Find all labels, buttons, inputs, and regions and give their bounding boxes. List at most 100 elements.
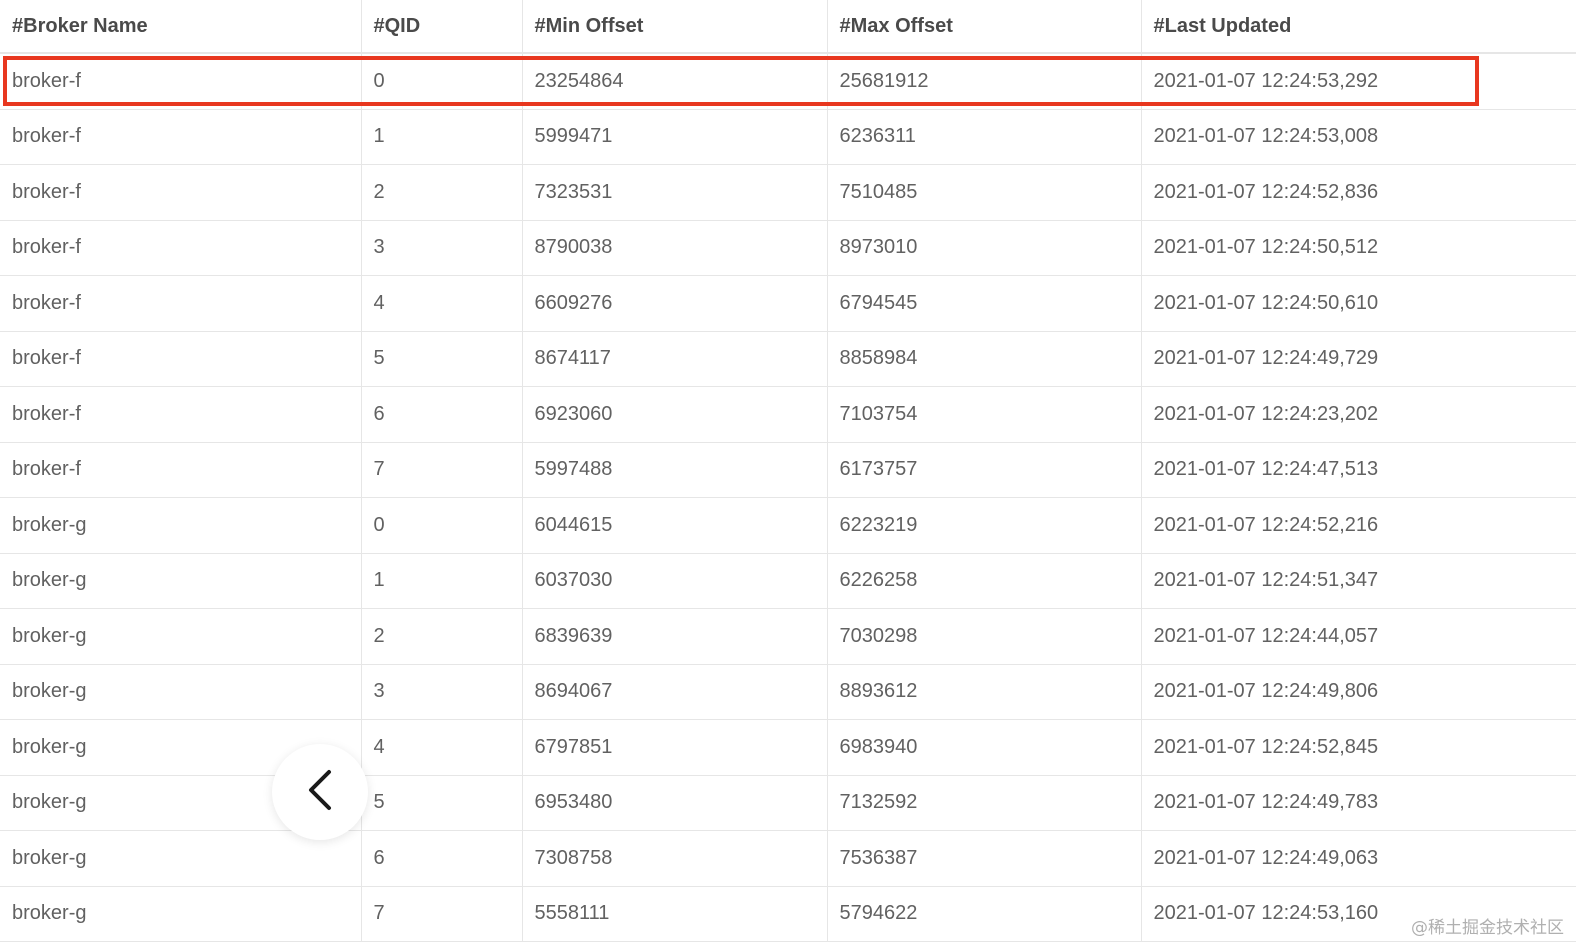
min-offset-cell: 6797851 xyxy=(522,719,828,776)
table-row[interactable]: broker-f 7 5997488 6173757 2021-01-07 12:24:… xyxy=(0,442,1576,498)
min-offset-cell: 5558111 xyxy=(522,886,828,942)
broker-name-cell: broker-f xyxy=(0,442,362,498)
broker-name-cell: broker-g xyxy=(0,553,362,609)
min-offset-cell: 8694067 xyxy=(522,664,828,720)
last-updated-cell: 2021-01-07 12:24:49,783 xyxy=(1141,775,1576,831)
table-row[interactable]: broker-f 2 7323531 7510485 2021-01-07 12:24:… xyxy=(0,164,1576,221)
min-offset-cell: 6839639 xyxy=(522,608,828,665)
table-row[interactable]: broker-g 3 8694067 8893612 2021-01-07 12:24:… xyxy=(0,664,1576,720)
qid-cell: 3 xyxy=(361,664,523,720)
last-updated-cell: 2021-01-07 12:24:49,806 xyxy=(1141,664,1576,720)
min-offset-cell: 8674117 xyxy=(522,331,828,387)
broker-name-cell: broker-f xyxy=(0,164,362,221)
last-updated-cell: 2021-01-07 12:24:50,512 xyxy=(1141,220,1576,276)
qid-cell: 6 xyxy=(361,830,523,887)
table-row[interactable]: broker-f 0 23254864 25681912 2021-01-07 12:2… xyxy=(0,53,1576,110)
max-offset-cell: 7030298 xyxy=(827,608,1142,665)
table-row[interactable]: broker-f 3 8790038 8973010 2021-01-07 12:24:… xyxy=(0,220,1576,276)
table-row[interactable]: broker-f 6 6923060 7103754 2021-01-07 12:24:… xyxy=(0,386,1576,443)
table-row[interactable]: broker-g 2 6839639 7030298 2021-01-07 12:24:… xyxy=(0,608,1576,665)
min-offset-cell: 7323531 xyxy=(522,164,828,221)
broker-name-cell: broker-g xyxy=(0,664,362,720)
broker-name-cell: broker-f xyxy=(0,386,362,443)
max-offset-cell: 6794545 xyxy=(827,275,1142,332)
max-offset-cell: 7536387 xyxy=(827,830,1142,887)
qid-cell: 5 xyxy=(361,331,523,387)
min-offset-cell: 23254864 xyxy=(522,53,828,110)
qid-cell: 4 xyxy=(361,275,523,332)
last-updated-cell: 2021-01-07 12:24:47,513 xyxy=(1141,442,1576,498)
table-row[interactable]: broker-f 5 8674117 8858984 2021-01-07 12:24:… xyxy=(0,331,1576,387)
table-header-row: #Broker Name #QID #Min Offset #Max Offse… xyxy=(0,0,1576,54)
max-offset-cell: 7510485 xyxy=(827,164,1142,221)
max-offset-cell: 6983940 xyxy=(827,719,1142,776)
last-updated-cell: 2021-01-07 12:24:49,729 xyxy=(1141,331,1576,387)
max-offset-cell: 6226258 xyxy=(827,553,1142,609)
min-offset-cell: 6923060 xyxy=(522,386,828,443)
back-button[interactable] xyxy=(272,744,368,840)
broker-name-cell: broker-g xyxy=(0,608,362,665)
column-header-broker-name[interactable]: #Broker Name xyxy=(0,0,362,54)
max-offset-cell: 25681912 xyxy=(827,53,1142,110)
column-header-min-offset[interactable]: #Min Offset xyxy=(522,0,828,54)
table-row[interactable]: broker-g 6 7308758 7536387 2021-01-07 12:24:… xyxy=(0,830,1576,887)
qid-cell: 0 xyxy=(361,497,523,554)
qid-cell: 0 xyxy=(361,53,523,110)
last-updated-cell: 2021-01-07 12:24:52,836 xyxy=(1141,164,1576,221)
broker-name-cell: broker-f xyxy=(0,220,362,276)
table-row[interactable]: broker-f 1 5999471 6236311 2021-01-07 12:24:… xyxy=(0,109,1576,165)
watermark: @稀土掘金技术社区 xyxy=(1411,918,1564,938)
broker-name-cell: broker-g xyxy=(0,886,362,942)
column-header-max-offset[interactable]: #Max Offset xyxy=(827,0,1142,54)
broker-name-cell: broker-f xyxy=(0,109,362,165)
broker-name-cell: broker-f xyxy=(0,53,362,110)
min-offset-cell: 8790038 xyxy=(522,220,828,276)
qid-cell: 1 xyxy=(361,109,523,165)
last-updated-cell: 2021-01-07 12:24:51,347 xyxy=(1141,553,1576,609)
min-offset-cell: 7308758 xyxy=(522,830,828,887)
min-offset-cell: 5997488 xyxy=(522,442,828,498)
last-updated-cell: 2021-01-07 12:24:52,845 xyxy=(1141,719,1576,776)
last-updated-cell: 2021-01-07 12:24:23,202 xyxy=(1141,386,1576,443)
table-row[interactable]: broker-g 1 6037030 6226258 2021-01-07 12:24:… xyxy=(0,553,1576,609)
max-offset-cell: 7103754 xyxy=(827,386,1142,443)
broker-name-cell: broker-g xyxy=(0,830,362,887)
qid-cell: 2 xyxy=(361,608,523,665)
qid-cell: 3 xyxy=(361,220,523,276)
qid-cell: 6 xyxy=(361,386,523,443)
broker-name-cell: broker-f xyxy=(0,331,362,387)
max-offset-cell: 7132592 xyxy=(827,775,1142,831)
qid-cell: 7 xyxy=(361,886,523,942)
broker-name-cell: broker-g xyxy=(0,497,362,554)
chevron-left-icon xyxy=(305,768,335,817)
offset-table: #Broker Name #QID #Min Offset #Max Offse… xyxy=(0,0,1576,942)
qid-cell: 1 xyxy=(361,553,523,609)
max-offset-cell: 6173757 xyxy=(827,442,1142,498)
table-row[interactable]: broker-g 4 6797851 6983940 2021-01-07 12:24:… xyxy=(0,719,1576,776)
last-updated-cell: 2021-01-07 12:24:50,610 xyxy=(1141,275,1576,332)
qid-cell: 7 xyxy=(361,442,523,498)
max-offset-cell: 8893612 xyxy=(827,664,1142,720)
page: #Broker Name #QID #Min Offset #Max Offse… xyxy=(0,0,1576,946)
max-offset-cell: 8858984 xyxy=(827,331,1142,387)
max-offset-cell: 6236311 xyxy=(827,109,1142,165)
max-offset-cell: 5794622 xyxy=(827,886,1142,942)
table-row[interactable]: broker-g 0 6044615 6223219 2021-01-07 12:24:… xyxy=(0,497,1576,554)
table-row[interactable]: broker-g 5 6953480 7132592 2021-01-07 12:24:… xyxy=(0,775,1576,831)
table-row[interactable]: broker-g 7 5558111 5794622 2021-01-07 12:24:… xyxy=(0,886,1576,942)
min-offset-cell: 6609276 xyxy=(522,275,828,332)
column-header-qid[interactable]: #QID xyxy=(361,0,523,54)
min-offset-cell: 6044615 xyxy=(522,497,828,554)
max-offset-cell: 8973010 xyxy=(827,220,1142,276)
min-offset-cell: 5999471 xyxy=(522,109,828,165)
table-body: broker-f 0 23254864 25681912 2021-01-07 12:2… xyxy=(0,53,1576,942)
last-updated-cell: 2021-01-07 12:24:44,057 xyxy=(1141,608,1576,665)
last-updated-cell: 2021-01-07 12:24:53,008 xyxy=(1141,109,1576,165)
qid-cell: 4 xyxy=(361,719,523,776)
last-updated-cell: 2021-01-07 12:24:52,216 xyxy=(1141,497,1576,554)
broker-name-cell: broker-f xyxy=(0,275,362,332)
max-offset-cell: 6223219 xyxy=(827,497,1142,554)
last-updated-cell: 2021-01-07 12:24:53,292 xyxy=(1141,53,1576,110)
table-row[interactable]: broker-f 4 6609276 6794545 2021-01-07 12:24:… xyxy=(0,275,1576,332)
column-header-last-updated[interactable]: #Last Updated xyxy=(1141,0,1576,54)
